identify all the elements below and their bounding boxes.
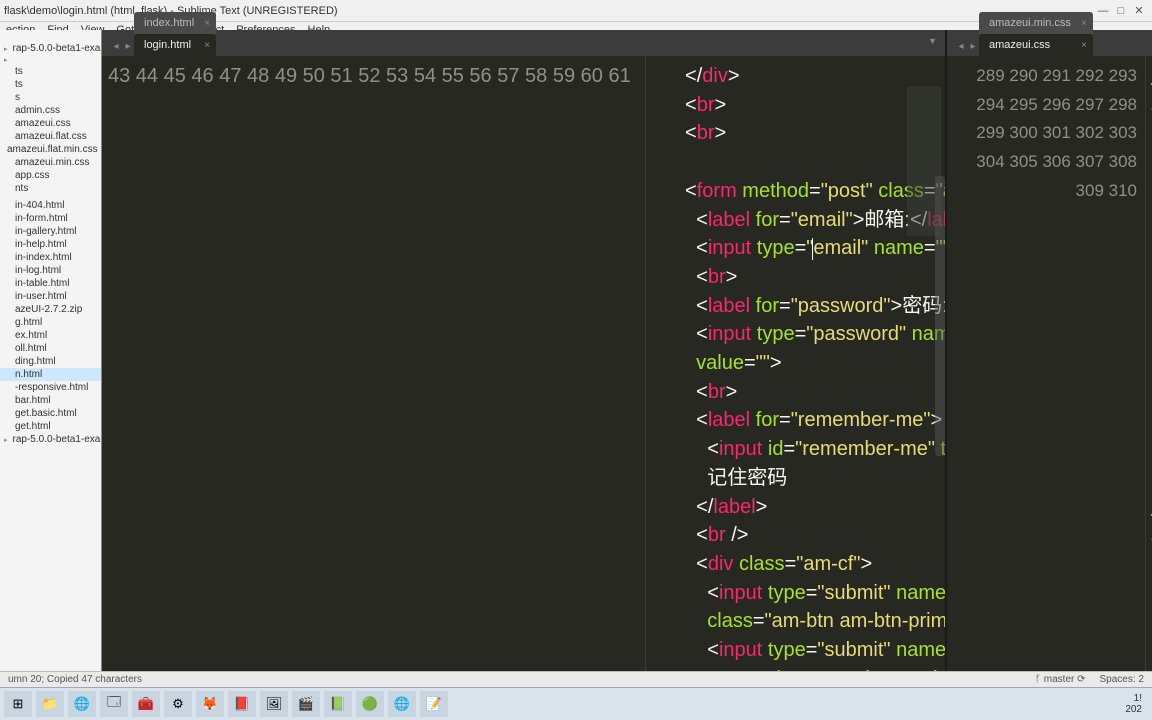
sidebar-item[interactable]: in-user.html [0, 290, 101, 303]
taskbar-icon[interactable]: 🎬 [292, 691, 320, 717]
taskbar-icon[interactable]: 📕 [228, 691, 256, 717]
sidebar-item[interactable]: in-table.html [0, 277, 101, 290]
sidebar-item[interactable]: get.html [0, 420, 101, 433]
tab-dropdown-icon[interactable]: ▼ [928, 36, 937, 46]
sidebar-item[interactable]: ts [0, 78, 101, 91]
sidebar-item[interactable]: get.basic.html [0, 407, 101, 420]
sidebar-item[interactable]: ts [0, 65, 101, 78]
tab[interactable]: index.html× [134, 12, 216, 34]
taskbar-icon[interactable]: 🗔 [100, 691, 128, 717]
sidebar-item[interactable]: ding.html [0, 355, 101, 368]
sidebar-folder[interactable]: rap-5.0.0-beta1-exampl [0, 42, 101, 55]
taskbar-icon[interactable]: 📗 [324, 691, 352, 717]
sidebar-item[interactable]: bar.html [0, 394, 101, 407]
tab-close-icon[interactable]: × [1081, 40, 1087, 51]
system-tray[interactable]: 1!202 [1125, 693, 1148, 715]
sidebar-item[interactable]: amazeui.min.css [0, 156, 101, 169]
tab-bar-right[interactable]: ◂ ▸ amazeui.min.css×amazeui.css× [947, 30, 1152, 56]
close-button[interactable]: ✕ [1130, 4, 1148, 17]
sidebar-item[interactable]: amazeui.flat.min.css [0, 143, 101, 156]
editor-pane-left: ◂ ▸ index.html×login.html× ▼ 43 44 45 46… [102, 30, 947, 687]
taskbar-icon[interactable]: ⚙ [164, 691, 192, 717]
taskbar-icon[interactable]: 🦊 [196, 691, 224, 717]
ide-status-bar: umn 20; Copied 47 characters ᚶ master ⟳ … [0, 671, 1152, 687]
tab-close-icon[interactable]: × [204, 18, 210, 29]
file-sidebar[interactable]: rap-5.0.0-beta1-exampl tstssadmin.cssama… [0, 30, 102, 687]
sidebar-item[interactable]: -responsive.html [0, 381, 101, 394]
taskbar-icon[interactable]: 🌐 [388, 691, 416, 717]
taskbar-icon[interactable]: 🧰 [132, 691, 160, 717]
sidebar-item[interactable]: app.css [0, 169, 101, 182]
sidebar-item[interactable]: admin.css [0, 104, 101, 117]
work-area: rap-5.0.0-beta1-exampl tstssadmin.cssama… [0, 30, 1152, 687]
sidebar-item[interactable]: nts [0, 182, 101, 195]
sidebar-item[interactable]: in-help.html [0, 238, 101, 251]
sidebar-item[interactable]: in-gallery.html [0, 225, 101, 238]
tab-close-icon[interactable]: × [204, 40, 210, 51]
sidebar-item[interactable]: g.html [0, 316, 101, 329]
sidebar-item[interactable] [0, 55, 101, 65]
gutter-left: 43 44 45 46 47 48 49 50 51 52 53 54 55 5… [102, 56, 646, 687]
sidebar-item[interactable]: amazeui.css [0, 117, 101, 130]
minimize-button[interactable]: — [1094, 5, 1112, 17]
scrollbar[interactable] [935, 176, 945, 456]
sidebar-item[interactable]: in-404.html [0, 199, 101, 212]
sidebar-item[interactable]: rap-5.0.0-beta1-exampl [0, 433, 101, 446]
source-right[interactable]: } /* * 1. Im * 2. Re * 3. Ad */ input[ty… [1146, 56, 1152, 687]
sidebar-item[interactable]: amazeui.flat.css [0, 130, 101, 143]
tab-nav-right-icon[interactable]: ▸ [967, 36, 979, 56]
code-area-left[interactable]: 43 44 45 46 47 48 49 50 51 52 53 54 55 5… [102, 56, 945, 687]
tab[interactable]: amazeui.css× [979, 34, 1093, 56]
tab[interactable]: login.html× [134, 34, 216, 56]
taskbar-icon[interactable]: 🖼 [260, 691, 288, 717]
tab-nav-right-icon[interactable]: ▸ [122, 36, 134, 56]
code-area-right[interactable]: 289 290 291 292 293 294 295 296 297 298 … [947, 56, 1152, 687]
tab-close-icon[interactable]: × [1081, 18, 1087, 29]
sidebar-item[interactable]: oll.html [0, 342, 101, 355]
sidebar-item[interactable]: in-form.html [0, 212, 101, 225]
windows-taskbar[interactable]: ⊞📁🌐🗔🧰⚙🦊📕🖼🎬📗🟢🌐📝 1!202 [0, 687, 1152, 720]
sidebar-item[interactable]: s [0, 91, 101, 104]
git-branch[interactable]: ᚶ master ⟳ [1035, 674, 1086, 685]
sidebar-item[interactable]: azeUI-2.7.2.zip [0, 303, 101, 316]
sidebar-item[interactable]: in-index.html [0, 251, 101, 264]
taskbar-icon[interactable]: 🌐 [68, 691, 96, 717]
status-message: umn 20; Copied 47 characters [8, 674, 142, 685]
taskbar-icon[interactable]: 📁 [36, 691, 64, 717]
editor-pane-right: ◂ ▸ amazeui.min.css×amazeui.css× 289 290… [947, 30, 1152, 687]
tab[interactable]: amazeui.min.css× [979, 12, 1093, 34]
sidebar-item[interactable]: n.html [0, 368, 101, 381]
tab-nav-left-icon[interactable]: ◂ [955, 36, 967, 56]
taskbar-icon[interactable]: ⊞ [4, 691, 32, 717]
sidebar-item[interactable]: ex.html [0, 329, 101, 342]
taskbar-icon[interactable]: 📝 [420, 691, 448, 717]
tab-nav-left-icon[interactable]: ◂ [110, 36, 122, 56]
sidebar-item[interactable]: in-log.html [0, 264, 101, 277]
source-left[interactable]: </div> <br> <br> <form method="post" cla… [646, 56, 945, 687]
indent-setting[interactable]: Spaces: 2 [1100, 674, 1144, 685]
gutter-right: 289 290 291 292 293 294 295 296 297 298 … [947, 56, 1146, 687]
taskbar-icon[interactable]: 🟢 [356, 691, 384, 717]
maximize-button[interactable]: □ [1112, 5, 1130, 17]
tab-bar-left[interactable]: ◂ ▸ index.html×login.html× ▼ [102, 30, 945, 56]
